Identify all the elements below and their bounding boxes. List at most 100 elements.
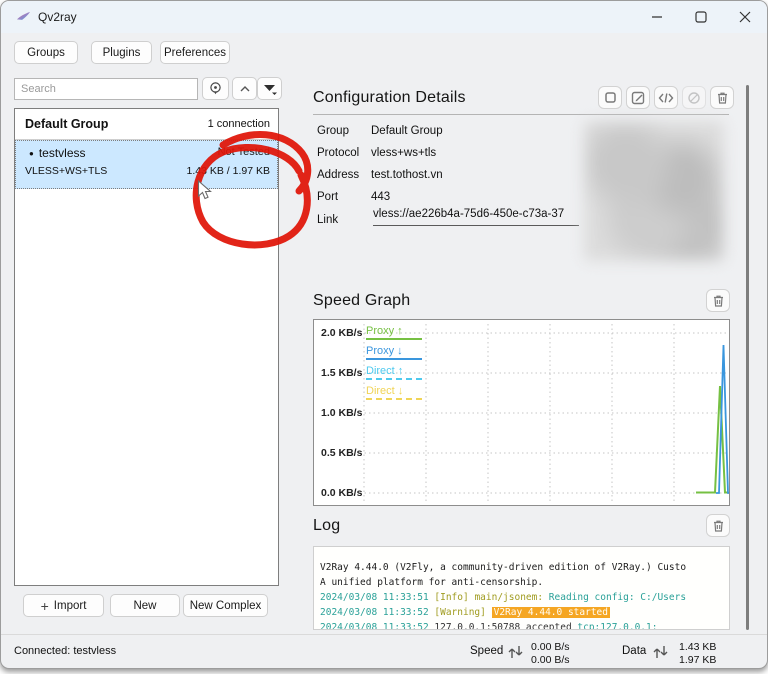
field-label-port: Port xyxy=(317,191,338,203)
config-details-title: Configuration Details xyxy=(313,89,466,107)
legend-direct-down[interactable]: Direct ↓ xyxy=(366,385,422,400)
field-label-protocol: Protocol xyxy=(317,147,359,159)
field-value-address: test.tothost.vn xyxy=(371,169,443,181)
groups-button-label: Groups xyxy=(27,47,65,59)
ytick-2-0: 2.0 KB/s xyxy=(321,327,362,339)
log-line: 2024/03/08 11:33:52 127.0.0.1:50788 acce… xyxy=(320,620,729,630)
plugins-button[interactable]: Plugins xyxy=(91,41,152,64)
minimize-icon xyxy=(642,2,672,32)
field-label-address: Address xyxy=(317,169,359,181)
field-value-protocol: vless+ws+tls xyxy=(371,147,436,159)
log-line: V2Ray 4.44.0 (V2Fly, a community-driven … xyxy=(320,560,729,575)
title-bar[interactable]: Qv2ray xyxy=(1,1,767,33)
trash-icon xyxy=(712,294,725,308)
window-title: Qv2ray xyxy=(38,10,77,24)
speed-values: 0.00 B/s 0.00 B/s xyxy=(531,641,570,667)
legend-proxy-up[interactable]: Proxy ↑ xyxy=(366,325,422,340)
square-icon xyxy=(604,91,617,104)
connection-name: testvless xyxy=(39,146,218,160)
sort-button[interactable] xyxy=(257,77,282,100)
field-label-group: Group xyxy=(317,125,349,137)
legend-direct-up[interactable]: Direct ↑ xyxy=(366,365,422,380)
log-line: 2024/03/08 11:33:51 [Info] main/jsonem: … xyxy=(320,590,729,605)
field-value-group: Default Group xyxy=(371,125,443,137)
connection-protocol: VLESS+WS+TLS xyxy=(25,165,187,177)
right-panel-scrollbar[interactable] xyxy=(746,85,749,630)
log-output[interactable]: V2Ray 4.44.0 (V2Fly, a community-driven … xyxy=(313,546,730,630)
log-title: Log xyxy=(313,517,340,535)
import-button-label: Import xyxy=(54,600,87,612)
collapse-button[interactable] xyxy=(232,77,257,100)
chevron-up-icon xyxy=(238,83,252,95)
connected-status: Connected: testvless xyxy=(14,645,116,657)
delete-config-button[interactable] xyxy=(710,86,734,109)
ytick-0-0: 0.0 KB/s xyxy=(321,487,362,499)
plugins-button-label: Plugins xyxy=(103,47,141,59)
edit-json-button[interactable] xyxy=(654,86,678,109)
close-icon xyxy=(730,2,760,32)
data-values: 1.43 KB 1.97 KB xyxy=(679,641,716,667)
new-complex-button-label: New Complex xyxy=(190,600,262,612)
groups-button[interactable]: Groups xyxy=(14,41,78,64)
speed-label: Speed xyxy=(470,645,503,657)
screen: Qv2ray Groups Plugins Preferences xyxy=(0,0,768,674)
sort-icon xyxy=(262,82,278,96)
new-button[interactable]: New xyxy=(110,594,180,617)
connected-bullet-icon: ● xyxy=(29,149,34,160)
log-line: 2024/03/08 11:33:52 [Warning] V2Ray 4.44… xyxy=(320,605,729,620)
qr-code-button[interactable] xyxy=(598,86,622,109)
data-up-value: 1.43 KB xyxy=(679,641,716,654)
maximize-icon xyxy=(686,2,716,32)
edit-button[interactable] xyxy=(626,86,650,109)
speed-up-value: 0.00 B/s xyxy=(531,641,570,654)
group-connection-count: 1 connection xyxy=(208,118,270,130)
plus-icon: + xyxy=(41,598,49,614)
preferences-button-label: Preferences xyxy=(164,47,226,59)
ytick-0-5: 0.5 KB/s xyxy=(321,447,362,459)
speed-graph-title: Speed Graph xyxy=(313,292,410,310)
data-updown-icon xyxy=(652,642,669,662)
connection-item-testvless[interactable]: ● testvless Not Tested VLESS+WS+TLS 1.43… xyxy=(15,140,278,189)
status-bar: Connected: testvless Speed 0.00 B/s 0.00… xyxy=(1,634,767,669)
qv2ray-window: Qv2ray Groups Plugins Preferences xyxy=(0,0,768,669)
log-line: A unified platform for anti-censorship. xyxy=(320,575,729,590)
data-down-value: 1.97 KB xyxy=(679,654,716,667)
field-label-link: Link xyxy=(317,214,338,226)
speed-down-value: 0.00 B/s xyxy=(531,654,570,667)
trash-icon xyxy=(712,519,725,533)
field-value-port: 443 xyxy=(371,191,390,203)
clear-graph-button[interactable] xyxy=(706,289,730,312)
speed-graph-plot: 2.0 KB/s 1.5 KB/s 1.0 KB/s 0.5 KB/s 0.0 … xyxy=(313,319,730,506)
clear-log-button[interactable] xyxy=(706,514,730,537)
group-header[interactable]: Default Group 1 connection xyxy=(15,109,278,140)
legend-proxy-down[interactable]: Proxy ↓ xyxy=(366,345,422,360)
preferences-button[interactable]: Preferences xyxy=(160,41,230,64)
edit-icon xyxy=(631,91,645,105)
qv2ray-app-icon xyxy=(16,10,31,25)
share-link-field[interactable]: vless://ae226b4a-75d6-450e-c73a-37 xyxy=(373,208,579,226)
new-button-label: New xyxy=(133,600,156,612)
latency-status: Not Tested xyxy=(218,146,270,160)
group-name: Default Group xyxy=(25,117,208,131)
close-button[interactable] xyxy=(723,1,767,33)
new-complex-button[interactable]: New Complex xyxy=(183,594,268,617)
ytick-1-0: 1.0 KB/s xyxy=(321,407,362,419)
graph-legend: Proxy ↑ Proxy ↓ Direct ↑ Direct ↓ xyxy=(366,325,422,405)
pin-icon xyxy=(208,81,223,96)
minimize-button[interactable] xyxy=(635,1,679,33)
connection-traffic: 1.43 KB / 1.97 KB xyxy=(187,165,270,177)
connection-list: Default Group 1 connection ● testvless N… xyxy=(14,108,279,586)
import-button[interactable]: + Import xyxy=(23,594,104,617)
maximize-button[interactable] xyxy=(679,1,723,33)
disabled-circle-icon xyxy=(687,91,701,105)
share-button xyxy=(682,86,706,109)
data-label: Data xyxy=(622,645,646,657)
code-icon xyxy=(658,92,674,104)
ytick-1-5: 1.5 KB/s xyxy=(321,367,362,379)
trash-icon xyxy=(716,91,729,105)
qr-code-blurred xyxy=(584,121,724,261)
speed-updown-icon xyxy=(507,642,524,662)
search-input[interactable] xyxy=(14,78,198,100)
locate-connection-button[interactable] xyxy=(202,77,229,100)
config-divider xyxy=(313,114,729,115)
